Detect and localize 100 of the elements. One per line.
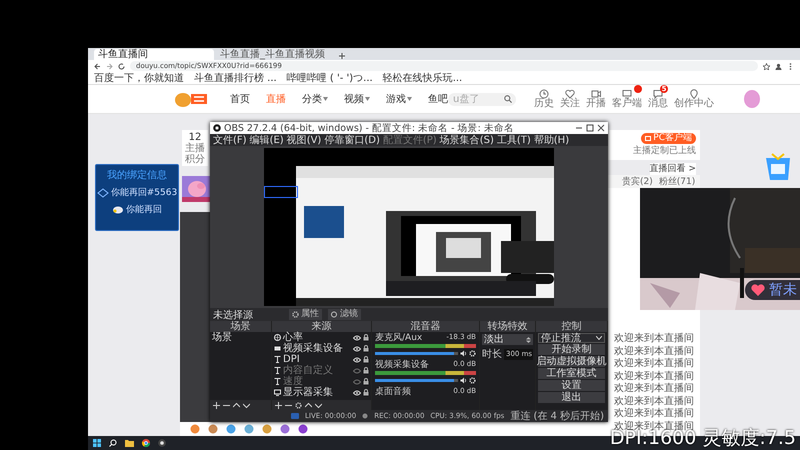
panel-tab[interactable]: 粉丝(71) <box>658 175 696 188</box>
source-item[interactable]: 显示器采集 <box>272 387 371 398</box>
gear-icon <box>292 311 299 318</box>
gear-icon[interactable] <box>469 350 476 357</box>
reconnect-status: 重连 (在 4 秒后开始) <box>510 410 604 423</box>
stream-select[interactable]: 停止推流 <box>538 333 605 343</box>
panel-tab[interactable]: 贵宾(2) <box>622 175 653 188</box>
search-field[interactable]: u盘了 <box>448 92 516 106</box>
action-label[interactable]: 历史 <box>534 99 554 109</box>
menu-item[interactable]: 视图(V) <box>286 134 322 146</box>
properties-button[interactable]: 属性 <box>289 309 322 320</box>
menu-item[interactable]: 帮助(H) <box>534 134 570 146</box>
scene-item[interactable]: 场景 <box>210 332 271 343</box>
bookmark[interactable]: 百度一下，你就知道 <box>94 72 184 84</box>
action-label[interactable]: 开播 <box>586 99 606 109</box>
down-icon[interactable] <box>243 402 250 408</box>
nav-link[interactable]: 分类 <box>302 92 328 106</box>
bookmark[interactable]: 哔哩哔哩 ( '- ')つ... <box>286 72 373 84</box>
chat-message: 欢迎来到本直播间 <box>614 370 695 382</box>
close-icon[interactable] <box>597 124 605 132</box>
reload-icon[interactable] <box>118 62 125 70</box>
star-icon[interactable] <box>763 62 770 70</box>
eye-icon[interactable] <box>353 334 361 340</box>
transition-select[interactable]: 淡出 <box>482 334 533 345</box>
browser-tab[interactable]: 斗鱼直播间 <box>94 49 214 60</box>
browser-icon[interactable] <box>142 439 150 447</box>
monitor-icon <box>274 389 281 396</box>
folder-icon[interactable] <box>125 439 134 447</box>
updown-icon <box>526 336 531 342</box>
control-button[interactable]: 启动虚拟摄像机 <box>538 356 605 367</box>
menu-item[interactable]: 工具(T) <box>496 134 531 146</box>
window-title: OBS 27.2.4 (64-bit, windows) - 配置文件: 未命名 - 场景: 未命名 <box>224 122 515 134</box>
source-item[interactable]: DPI <box>272 354 371 365</box>
eye-icon[interactable] <box>353 346 361 352</box>
speaker-icon[interactable] <box>460 377 467 384</box>
channel-name: 桌面音频 <box>375 386 411 398</box>
lock-icon[interactable] <box>363 367 369 374</box>
nav-link[interactable]: 鱼吧 <box>428 92 448 106</box>
lock-icon[interactable] <box>363 356 369 363</box>
eye-icon[interactable] <box>353 390 361 396</box>
gear-icon[interactable] <box>295 402 302 408</box>
menu-item[interactable]: 场景集合(S) <box>440 134 494 146</box>
chat-message: 欢迎来到本直播间 <box>614 358 695 370</box>
lock-icon[interactable] <box>363 345 369 352</box>
eye-icon[interactable] <box>353 356 361 362</box>
chat-icon[interactable] <box>653 89 663 99</box>
account-name: 你能再回#5563 <box>110 186 178 199</box>
stream-badge: 暂未 <box>745 280 800 300</box>
clock-icon[interactable] <box>539 89 549 99</box>
source-item[interactable]: 内容自定义 <box>272 365 371 376</box>
nav-link[interactable]: 视频 <box>344 92 370 106</box>
windows-icon[interactable] <box>93 439 101 447</box>
replay-link[interactable]: 直播回看 > <box>650 163 696 175</box>
profile-icon[interactable] <box>775 62 782 70</box>
bookmark[interactable]: 斗鱼直播排行榜 ... <box>194 72 277 84</box>
pin-icon[interactable] <box>689 89 699 99</box>
duration-label: 时长 <box>482 348 502 361</box>
camera-icon <box>274 345 281 352</box>
video-icon[interactable] <box>591 89 601 99</box>
record-icon <box>362 413 368 419</box>
speaker-icon[interactable] <box>460 350 467 357</box>
browser-tab[interactable]: 斗鱼直播_斗鱼直播视频 <box>216 49 336 60</box>
chat-message: 欢迎来到本直播间 <box>614 346 695 357</box>
heart-icon[interactable] <box>565 89 575 99</box>
add-icon[interactable] <box>275 402 282 408</box>
record-icon[interactable] <box>158 439 166 447</box>
control-button[interactable]: 工作室模式 <box>538 368 605 379</box>
filters-button[interactable]: 滤镜 <box>328 309 361 320</box>
control-button[interactable]: 设置 <box>538 380 605 391</box>
up-icon[interactable] <box>233 402 240 408</box>
down-icon[interactable] <box>315 402 322 408</box>
add-icon[interactable] <box>213 402 220 408</box>
menu-item[interactable]: 停靠窗口(D) <box>324 134 380 146</box>
lock-icon[interactable] <box>363 334 369 341</box>
maximize-icon[interactable] <box>586 124 594 132</box>
lock-icon[interactable] <box>363 389 369 396</box>
menu-icon[interactable] <box>787 62 794 70</box>
gear-icon[interactable] <box>469 377 476 384</box>
score-value: 12 <box>188 132 202 142</box>
caret-icon <box>407 97 412 101</box>
chat-message: 欢迎来到本直播间 <box>614 333 695 344</box>
action-label[interactable]: 创作中心 <box>674 99 714 109</box>
action-label[interactable]: 客户端 <box>612 99 642 109</box>
monitor-icon[interactable] <box>622 89 632 99</box>
nav-link[interactable]: 首页 <box>230 92 250 106</box>
menu-item[interactable]: 编辑(E) <box>250 134 284 146</box>
action-label[interactable]: 消息 <box>648 99 668 109</box>
back-icon[interactable] <box>94 62 101 70</box>
control-button[interactable]: 退出 <box>538 392 605 403</box>
lock-icon[interactable] <box>363 378 369 385</box>
source-item[interactable]: 速度 <box>272 376 371 387</box>
action-label[interactable]: 关注 <box>560 99 580 109</box>
menu-item[interactable]: 文件(F) <box>213 134 247 146</box>
source-item[interactable]: 心率 <box>272 332 371 343</box>
up-icon[interactable] <box>305 402 312 408</box>
control-button[interactable]: 开始录制 <box>538 344 605 355</box>
bookmark[interactable]: 轻松在线快乐玩... <box>382 72 462 84</box>
new-tab-icon[interactable] <box>338 52 346 60</box>
source-item[interactable]: 视频采集设备 <box>272 343 371 354</box>
nav-link[interactable]: 游戏 <box>386 92 412 106</box>
